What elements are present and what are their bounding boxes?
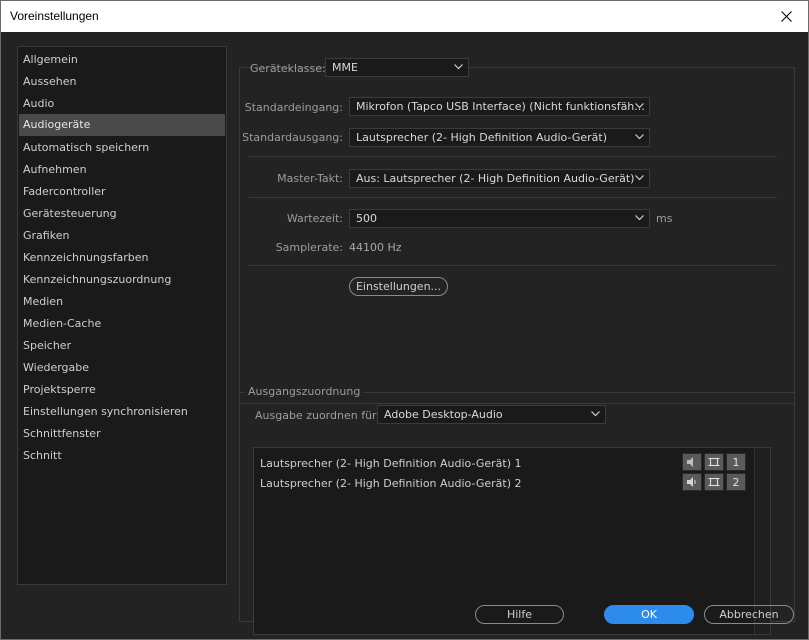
master-clock-dropdown[interactable]: Aus: Lautsprecher (2- High Definition Au… xyxy=(349,169,650,188)
latency-dropdown[interactable]: 500 xyxy=(349,209,650,228)
sidebar-item-aufnehmen[interactable]: Aufnehmen xyxy=(19,159,225,181)
sidebar-item-medien[interactable]: Medien xyxy=(19,291,225,313)
chevron-down-icon xyxy=(635,215,644,221)
device-class-label: Geräteklasse: xyxy=(250,62,326,75)
map-output-for-label: Ausgabe zuordnen für: xyxy=(255,409,381,422)
channel-number-badge[interactable]: 2 xyxy=(726,473,746,491)
sidebar-item-kennzeichnungsfarben[interactable]: Kennzeichnungsfarben xyxy=(19,247,225,269)
dialog-content: Allgemein Aussehen Audio Audiogeräte Aut… xyxy=(1,32,808,639)
sidebar-item-schnitt[interactable]: Schnitt xyxy=(19,445,225,467)
output-mapping-title: Ausgangszuordnung xyxy=(245,385,364,398)
sidebar-item-speicher[interactable]: Speicher xyxy=(19,335,225,357)
cancel-button[interactable]: Abbrechen xyxy=(704,605,794,624)
sidebar-item-allgemein[interactable]: Allgemein xyxy=(19,49,225,71)
default-output-dropdown[interactable]: Lautsprecher (2- High Definition Audio-G… xyxy=(349,128,650,147)
master-clock-value: Aus: Lautsprecher (2- High Definition Au… xyxy=(356,172,635,185)
window-title: Voreinstellungen xyxy=(10,9,99,23)
sidebar-item-einstellungen-synchronisieren[interactable]: Einstellungen synchronisieren xyxy=(19,401,225,423)
speaker-icon[interactable] xyxy=(682,473,702,491)
default-input-value: Mikrofon (Tapco USB Interface) (Nicht fu… xyxy=(356,100,645,113)
list-item[interactable]: Lautsprecher (2- High Definition Audio-G… xyxy=(258,473,758,493)
latency-unit: ms xyxy=(656,212,673,225)
master-clock-label: Master-Takt: xyxy=(277,172,343,185)
sidebar-item-medien-cache[interactable]: Medien-Cache xyxy=(19,313,225,335)
latency-label: Wartezeit: xyxy=(286,212,343,225)
sidebar-item-wiedergabe[interactable]: Wiedergabe xyxy=(19,357,225,379)
settings-button[interactable]: Einstellungen... xyxy=(349,277,448,296)
samplerate-value: 44100 Hz xyxy=(349,241,402,254)
sidebar-item-fadercontroller[interactable]: Fadercontroller xyxy=(19,181,225,203)
chevron-down-icon xyxy=(635,175,644,181)
separator xyxy=(249,265,777,266)
channel-number-badge[interactable]: 1 xyxy=(726,453,746,471)
ok-button[interactable]: OK xyxy=(604,605,694,624)
separator xyxy=(249,197,777,198)
chevron-down-icon xyxy=(454,64,463,70)
title-bar: Voreinstellungen xyxy=(1,1,808,32)
frame-icon[interactable] xyxy=(704,473,724,491)
sidebar-item-automatisch-speichern[interactable]: Automatisch speichern xyxy=(19,137,225,159)
default-output-value: Lautsprecher (2- High Definition Audio-G… xyxy=(356,131,608,144)
separator xyxy=(249,156,777,157)
device-class-value: MME xyxy=(332,61,358,74)
device-settings-group xyxy=(239,67,795,404)
sidebar-item-schnittfenster[interactable]: Schnittfenster xyxy=(19,423,225,445)
device-class-dropdown[interactable]: MME xyxy=(325,58,469,77)
close-button[interactable] xyxy=(770,1,802,32)
channel-label: Lautsprecher (2- High Definition Audio-G… xyxy=(260,477,522,490)
chevron-down-icon xyxy=(635,103,644,109)
close-icon xyxy=(780,11,792,22)
list-item[interactable]: Lautsprecher (2- High Definition Audio-G… xyxy=(258,453,758,473)
sidebar-item-geraetesteuerung[interactable]: Gerätesteuerung xyxy=(19,203,225,225)
channel-label: Lautsprecher (2- High Definition Audio-G… xyxy=(260,457,522,470)
chevron-down-icon xyxy=(591,411,600,417)
sidebar-item-kennzeichnungszuordnung[interactable]: Kennzeichnungszuordnung xyxy=(19,269,225,291)
sidebar-item-audio[interactable]: Audio xyxy=(19,93,225,115)
category-list: Allgemein Aussehen Audio Audiogeräte Aut… xyxy=(17,46,227,585)
map-output-for-value: Adobe Desktop-Audio xyxy=(384,408,503,421)
sidebar-item-aussehen[interactable]: Aussehen xyxy=(19,71,225,93)
sidebar-item-audiogeraete[interactable]: Audiogeräte xyxy=(19,114,225,136)
default-input-label: Standardeingang: xyxy=(244,101,343,114)
sidebar-item-projektsperre[interactable]: Projektsperre xyxy=(19,379,225,401)
latency-value: 500 xyxy=(356,212,377,225)
speaker-icon[interactable] xyxy=(682,453,702,471)
map-output-for-dropdown[interactable]: Adobe Desktop-Audio xyxy=(377,405,606,424)
frame-icon[interactable] xyxy=(704,453,724,471)
help-button[interactable]: Hilfe xyxy=(475,605,564,624)
default-input-dropdown[interactable]: Mikrofon (Tapco USB Interface) (Nicht fu… xyxy=(349,97,650,116)
default-output-label: Standardausgang: xyxy=(242,131,343,144)
sidebar-item-grafiken[interactable]: Grafiken xyxy=(19,225,225,247)
preferences-dialog: Voreinstellungen Allgemein Aussehen Audi… xyxy=(0,0,809,640)
chevron-down-icon xyxy=(635,134,644,140)
samplerate-label: Samplerate: xyxy=(275,241,343,254)
